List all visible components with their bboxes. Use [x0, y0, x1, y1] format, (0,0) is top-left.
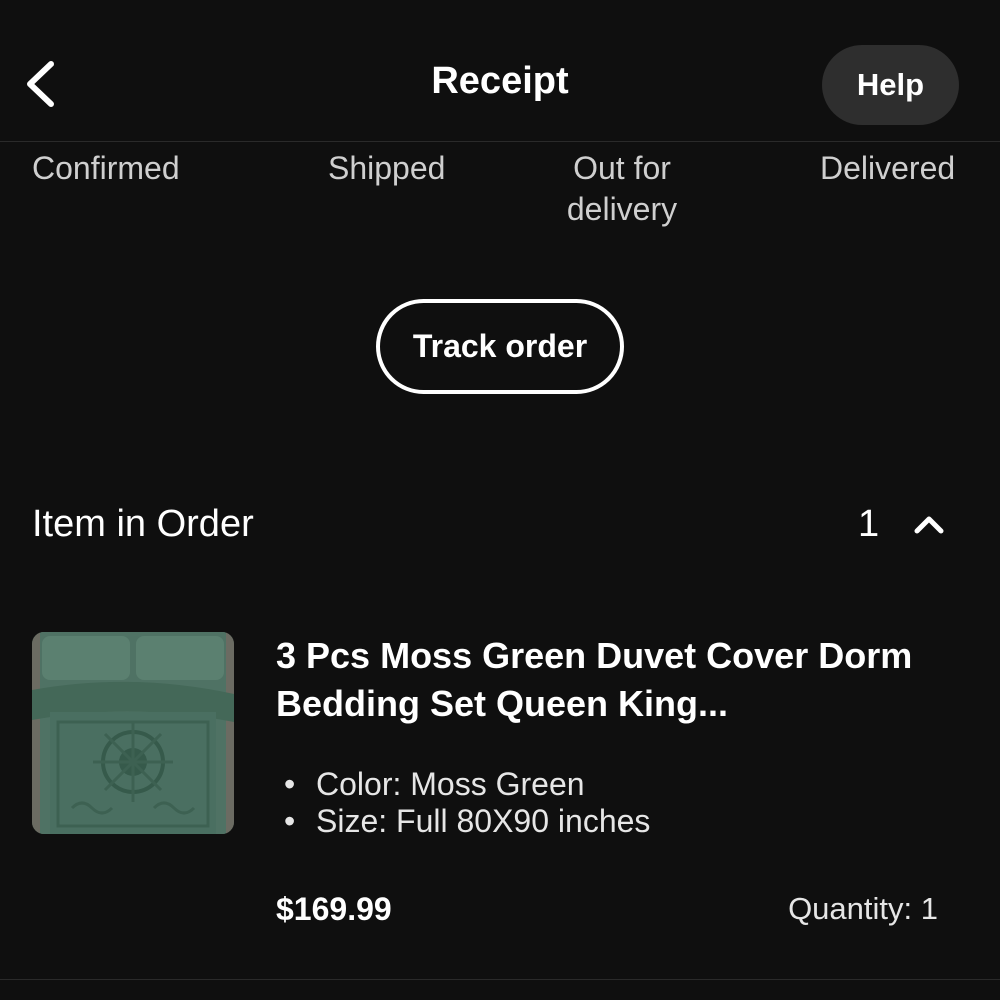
- attribute-color: Color: Moss Green: [316, 766, 585, 802]
- quantity-label: Quantity:: [788, 891, 921, 926]
- collapse-items-button[interactable]: [905, 500, 953, 548]
- quantity-value: 1: [920, 891, 938, 926]
- attribute-item: • Color: Moss Green: [284, 766, 585, 802]
- help-button[interactable]: Help: [822, 45, 959, 125]
- items-count: 1: [858, 503, 880, 545]
- attribute-item: • Size: Full 80X90 inches: [284, 803, 651, 839]
- status-step-out-for-delivery: Out for delivery: [566, 150, 678, 227]
- divider: [0, 979, 1000, 980]
- receipt-screen: Receipt Help Confirmed Shipped Out for d…: [0, 0, 1000, 1000]
- status-step-confirmed: Confirmed: [32, 150, 180, 186]
- product-price: $169.99: [276, 891, 392, 927]
- attribute-size: Size: Full 80X90 inches: [316, 803, 651, 839]
- product-attributes: • Color: Moss Green • Size: Full 80X90 inc…: [284, 766, 650, 840]
- product-thumbnail[interactable]: [32, 632, 234, 834]
- product-quantity: Quantity: 1: [788, 891, 938, 927]
- items-section-title: Item in Order: [32, 503, 254, 545]
- top-bar: Receipt Help: [0, 0, 1000, 142]
- product-title[interactable]: 3 Pcs Moss Green Duvet Cover Dorm Beddin…: [276, 632, 966, 728]
- chevron-up-icon: [914, 516, 944, 534]
- track-order-button[interactable]: Track order: [376, 299, 624, 394]
- bedding-image: [32, 632, 234, 834]
- status-step-delivered: Delivered: [820, 150, 956, 186]
- status-step-shipped: Shipped: [328, 150, 446, 186]
